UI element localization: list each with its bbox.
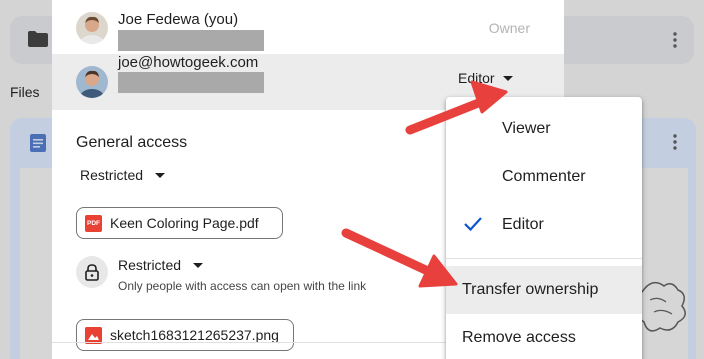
menu-item-editor[interactable]: Editor [446,201,642,249]
menu-item-label: Commenter [502,168,586,185]
avatar [76,66,108,98]
files-section-label: Files [10,84,40,100]
menu-item-remove-access[interactable]: Remove access [446,314,642,359]
menu-item-label: Editor [502,216,544,233]
menu-item-commenter[interactable]: Commenter [446,153,642,201]
dropdown-caret-icon [155,172,166,178]
link-access-dropdown[interactable]: Restricted [118,257,204,273]
image-icon [85,326,102,344]
file-chip-name: Keen Coloring Page.pdf [110,215,259,231]
menu-divider [446,258,642,259]
menu-item-viewer[interactable]: Viewer [446,105,642,153]
dropdown-caret-icon [502,75,513,81]
checkmark-icon [464,217,482,232]
role-dropdown-label: Editor [458,70,495,86]
general-access-title: General access [76,134,188,151]
general-access-label: Restricted [80,167,144,183]
redacted-email [118,72,264,93]
menu-item-label: Viewer [502,120,551,137]
link-access-description: Only people with access can open with th… [118,279,367,293]
link-access-label: Restricted [118,257,182,273]
kebab-icon [673,134,677,150]
document-icon [30,134,46,152]
general-access-dropdown[interactable]: Restricted [80,167,166,183]
pdf-icon: PDF [85,214,102,232]
kebab-icon [673,32,677,48]
person-email: joe@howtogeek.com [118,54,259,71]
folder-icon [28,31,48,47]
menu-item-label: Remove access [462,329,576,346]
file-chip-name: sketch1683121265237.png [110,327,279,343]
role-dropdown[interactable]: Editor [458,70,513,86]
owner-role-label: Owner [488,20,530,36]
lock-icon [76,256,108,288]
redacted-email [118,30,264,51]
file-chip-pdf[interactable]: PDF Keen Coloring Page.pdf [76,207,283,239]
avatar [76,12,108,44]
menu-item-transfer-ownership[interactable]: Transfer ownership [446,266,642,314]
person-row-owner: Joe Fedewa (you) Owner [52,0,564,56]
menu-item-label: Transfer ownership [462,281,599,298]
file-chip-image[interactable]: sketch1683121265237.png [76,319,294,351]
person-name: Joe Fedewa (you) [118,11,239,28]
dropdown-caret-icon [193,262,204,268]
role-menu: Viewer Commenter Editor Transfer ownersh… [446,97,642,359]
